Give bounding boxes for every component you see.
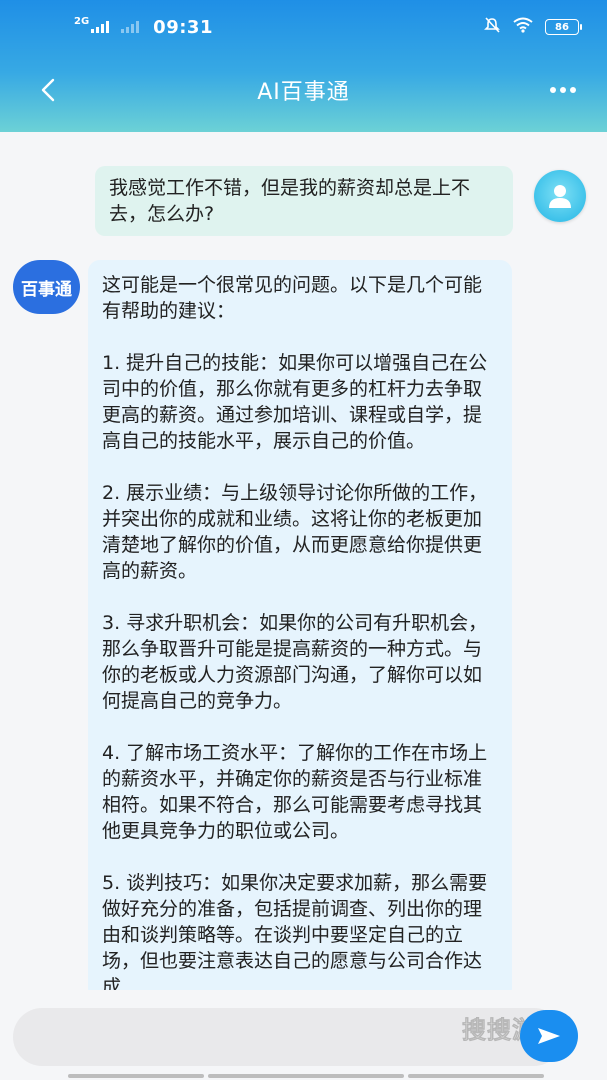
nav-bar: AI百事通 bbox=[0, 62, 607, 118]
mute-icon bbox=[483, 16, 501, 39]
user-avatar[interactable] bbox=[534, 170, 586, 222]
nav-indicator bbox=[208, 1074, 404, 1078]
user-message-bubble: 我感觉工作不错，但是我的薪资却总是上不去，怎么办? bbox=[95, 166, 513, 236]
bot-paragraph: 1. 提升自己的技能：如果你可以增强自己在公司中的价值，那么你就有更多的杠杆力去… bbox=[102, 352, 488, 452]
page-title: AI百事通 bbox=[257, 80, 350, 105]
bot-paragraph: 2. 展示业绩：与上级领导讨论你所做的工作，并突出你的成就和业绩。这将让你的老板… bbox=[102, 482, 488, 582]
bot-message-bubble: 这可能是一个很常见的问题。以下是几个可能有帮助的建议： 1. 提升自己的技能：如… bbox=[88, 260, 512, 990]
bot-paragraph: 4. 了解市场工资水平：了解你的工作在市场上的薪资水平，并确定你的薪资是否与行业… bbox=[102, 742, 488, 842]
chat-area[interactable]: 我感觉工作不错，但是我的薪资却总是上不去，怎么办? 百事通 这可能是一个很常见的… bbox=[0, 132, 607, 990]
nav-indicator bbox=[408, 1074, 544, 1078]
person-icon bbox=[549, 185, 571, 208]
nav-indicator bbox=[68, 1074, 204, 1078]
wifi-icon bbox=[513, 17, 533, 38]
signal-icon-secondary bbox=[121, 21, 140, 33]
bot-paragraph: 这可能是一个很常见的问题。以下是几个可能有帮助的建议： bbox=[102, 274, 483, 322]
network-type: 2G bbox=[74, 15, 90, 27]
bot-paragraph: 3. 寻求升职机会：如果你的公司有升职机会，那么争取晋升可能是提高薪资的一种方式… bbox=[102, 612, 488, 712]
send-button[interactable] bbox=[520, 1010, 578, 1062]
more-dots-icon bbox=[550, 87, 556, 93]
more-options-button[interactable] bbox=[541, 76, 585, 104]
battery-indicator: 86 bbox=[545, 19, 582, 35]
bot-avatar: 百事通 bbox=[13, 260, 80, 314]
send-arrow-icon bbox=[538, 1028, 560, 1044]
status-time: 09:31 bbox=[153, 16, 213, 38]
back-button[interactable] bbox=[30, 72, 66, 108]
input-bar: 搜搜游戏 bbox=[0, 990, 607, 1080]
chevron-left-icon bbox=[41, 78, 55, 102]
signal-icon bbox=[91, 21, 110, 33]
status-bar: 2G 09:31 86 bbox=[0, 12, 607, 42]
bot-paragraph: 5. 谈判技巧：如果你决定要求加薪，那么需要做好充分的准备，包括提前调查、列出你… bbox=[102, 872, 488, 990]
app-header: 2G 09:31 86 AI百事通 bbox=[0, 0, 607, 132]
